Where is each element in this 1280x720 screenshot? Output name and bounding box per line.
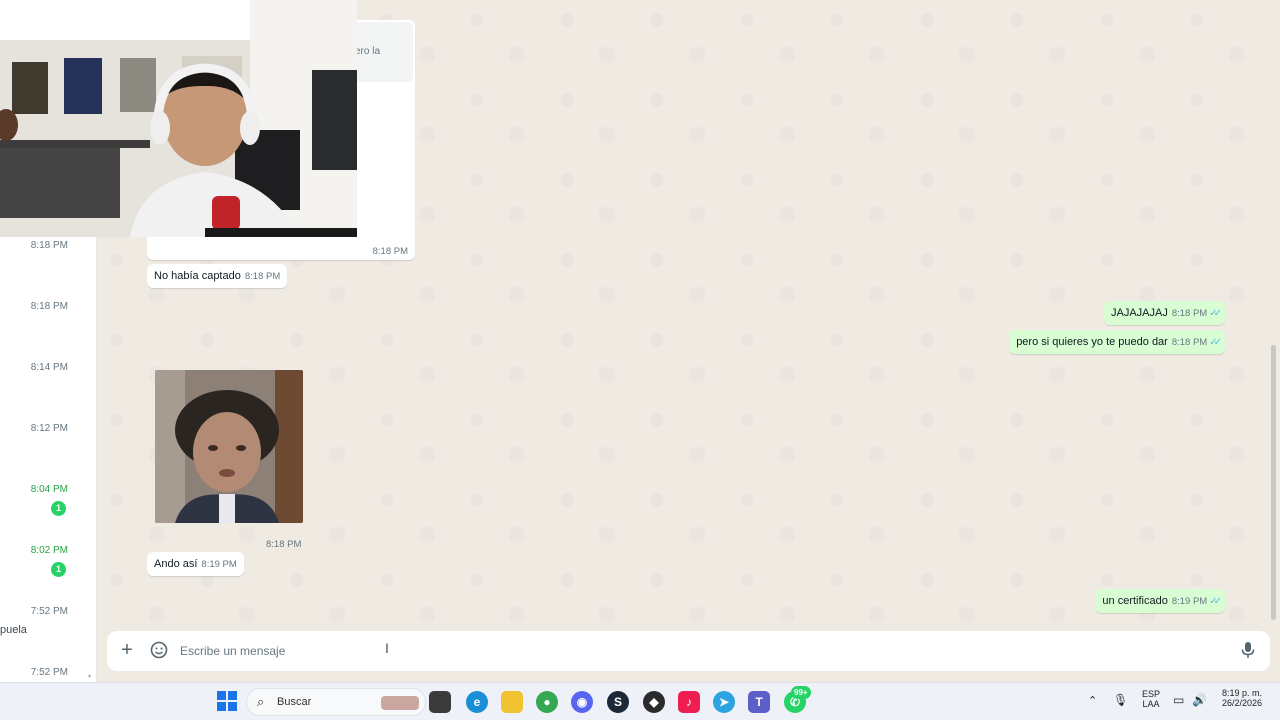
- search-highlight-icon: [381, 696, 419, 710]
- plus-icon[interactable]: +: [117, 640, 137, 661]
- language-code: ESP: [1141, 689, 1160, 699]
- incoming-message[interactable]: No había captado 8:18 PM: [147, 264, 288, 288]
- message-text: Ando así: [154, 558, 198, 570]
- chat-time: 7:52 PM: [30, 606, 68, 617]
- steam-icon[interactable]: S: [607, 691, 629, 713]
- microphone-tray-icon[interactable]: 🎙: [1113, 693, 1128, 707]
- chat-time: 8:04 PM: [30, 484, 68, 495]
- chat-time: 8:18 PM: [30, 301, 68, 312]
- chat-time: 8:02 PM: [30, 545, 68, 556]
- discord-icon[interactable]: ◉: [571, 691, 593, 713]
- outgoing-message[interactable]: pero si quieres yo te puedo dar 8:18 PM ✓✓: [1009, 330, 1225, 354]
- message-time: 8:18 PM: [266, 539, 302, 550]
- file-explorer-icon[interactable]: [501, 691, 523, 713]
- message-text: No había captado: [154, 270, 241, 282]
- double-check-icon: ✓✓: [1209, 596, 1222, 607]
- app-with-notification-icon[interactable]: ◆: [643, 691, 665, 713]
- incoming-message[interactable]: Ando así 8:19 PM: [147, 552, 244, 576]
- search-label: Buscar: [277, 696, 312, 708]
- sticker-icon[interactable]: [149, 641, 169, 661]
- clock-time: 8:19 p. m.: [1221, 688, 1263, 698]
- message-time: 8:18 PM: [1171, 337, 1208, 348]
- unread-badge: 1: [51, 501, 66, 516]
- whatsapp-badge: 99+: [791, 686, 811, 699]
- scroll-down-arrow-icon[interactable]: ▾: [88, 674, 94, 680]
- message-text: JAJAJAJAJ: [1110, 307, 1168, 319]
- telegram-icon[interactable]: ➤: [713, 691, 735, 713]
- message-time: 8:19 PM: [1171, 596, 1208, 607]
- chat-time: 7:52 PM: [30, 667, 68, 678]
- chat-time: 8:12 PM: [30, 423, 68, 434]
- message-input[interactable]: [180, 642, 980, 660]
- quoted-message-text: ero la: [355, 46, 381, 57]
- double-check-icon: ✓✓: [1209, 308, 1222, 319]
- tiktok-icon[interactable]: ♪: [678, 691, 700, 713]
- clock-date: 26/2/2026: [1221, 698, 1263, 708]
- message-text: pero si quieres yo te puedo dar: [1016, 336, 1168, 348]
- message-time: 8:18 PM: [372, 246, 408, 257]
- conversation-scrollbar[interactable]: [1271, 345, 1276, 620]
- windows-start-icon[interactable]: [216, 691, 238, 713]
- child-photo: [155, 370, 303, 523]
- taskbar-search[interactable]: ⌕ Buscar: [246, 688, 426, 716]
- task-view-icon[interactable]: [429, 691, 451, 713]
- outgoing-message[interactable]: JAJAJAJAJ 8:18 PM ✓✓: [1103, 301, 1225, 325]
- chat-time: 8:18 PM: [30, 240, 68, 251]
- double-check-icon: ✓✓: [1209, 337, 1222, 348]
- language-indicator[interactable]: ESP LAA: [1138, 689, 1164, 709]
- chat-snippet: puela: [0, 624, 27, 636]
- outgoing-message[interactable]: un certificado 8:19 PM ✓✓: [1095, 589, 1225, 613]
- text-cursor-icon: I: [385, 640, 389, 656]
- volume-icon[interactable]: 🔊: [1192, 693, 1207, 707]
- teams-icon[interactable]: T: [748, 691, 770, 713]
- chrome-browser-icon[interactable]: ●: [536, 691, 558, 713]
- unread-badge: 1: [51, 562, 66, 577]
- search-icon: ⌕: [257, 694, 265, 709]
- message-composer: +: [107, 631, 1270, 671]
- quoted-message[interactable]: ero la: [355, 22, 413, 82]
- language-sub: LAA: [1142, 699, 1160, 709]
- chat-time: 8:14 PM: [30, 362, 68, 373]
- chevron-up-icon[interactable]: ⌃: [1088, 694, 1097, 707]
- message-time: 8:18 PM: [244, 271, 281, 282]
- clock[interactable]: 8:19 p. m. 26/2/2026: [1214, 688, 1270, 708]
- message-time: 8:18 PM: [1171, 308, 1208, 319]
- network-icon[interactable]: ▭: [1173, 693, 1184, 707]
- message-text: un certificado: [1102, 595, 1168, 607]
- sticker-time-wrap: 8:18 PM: [266, 534, 301, 552]
- incoming-sticker-image[interactable]: [155, 370, 303, 523]
- edge-browser-icon[interactable]: e: [466, 691, 488, 713]
- webcam-overlay: [0, 0, 357, 237]
- streamer-camera-feed: [0, 0, 357, 237]
- message-time: 8:19 PM: [201, 559, 237, 570]
- microphone-icon[interactable]: [1238, 641, 1258, 661]
- windows-taskbar: ⌕ Buscar e ● ◉ S ◆ ♪ ➤ T ✆ 99+ ⌃ 🎙 ESP L…: [0, 682, 1280, 720]
